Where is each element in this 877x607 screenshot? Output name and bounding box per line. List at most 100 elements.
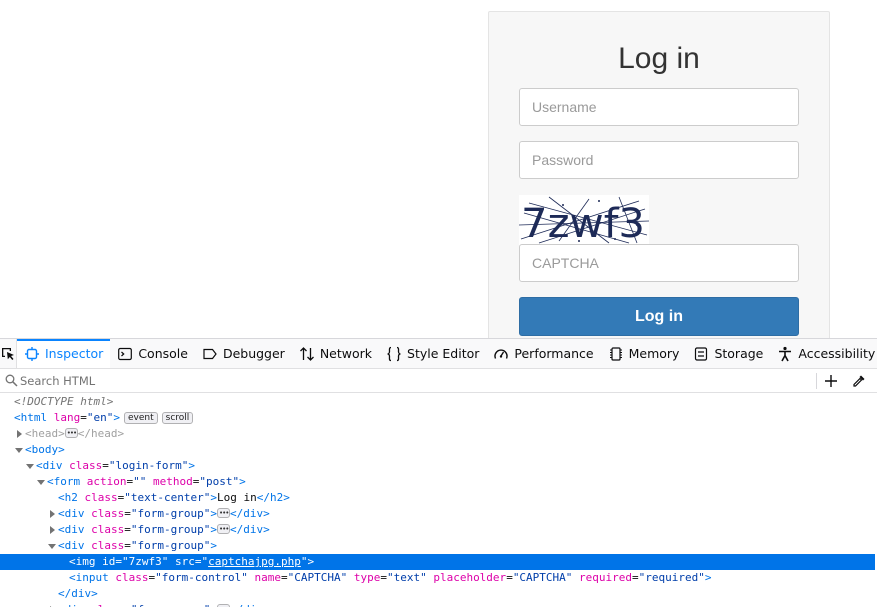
attr-value: "text": [386, 571, 427, 584]
login-button[interactable]: Log in: [519, 297, 799, 336]
tree-row-login-form[interactable]: <div class="login-form">: [0, 458, 877, 474]
collapse-arrow-icon[interactable]: [25, 458, 35, 474]
tree-row-form-group[interactable]: <div class="form-group"></div>: [0, 521, 877, 538]
tab-performance-label: Performance: [514, 346, 594, 361]
inspector-icon: [24, 346, 40, 362]
collapse-arrow-icon[interactable]: [14, 442, 24, 458]
attr-name: class: [115, 571, 149, 584]
attr-value: "form-group": [130, 523, 211, 536]
tab-memory[interactable]: Memory: [601, 339, 687, 368]
attr-name: class: [84, 491, 118, 504]
event-badge[interactable]: event: [124, 412, 158, 424]
attr-name: method: [153, 475, 193, 488]
text-node: Log in: [216, 491, 257, 504]
src-link[interactable]: captchajpg.php: [208, 555, 301, 568]
tree-row-doctype[interactable]: <!DOCTYPE html>: [0, 394, 877, 410]
username-input[interactable]: [519, 88, 799, 126]
plus-icon: [825, 375, 837, 387]
attr-value: "form-control": [155, 571, 248, 584]
collapse-arrow-icon[interactable]: [36, 474, 46, 490]
eyedropper-icon: [853, 375, 865, 387]
add-node-button[interactable]: [822, 371, 840, 391]
captcha-input[interactable]: [519, 244, 799, 282]
tab-network[interactable]: Network: [292, 339, 379, 368]
search-divider: [816, 373, 817, 389]
accessibility-icon: [777, 346, 793, 362]
tree-row-body[interactable]: <body>: [0, 442, 877, 458]
tab-debugger-label: Debugger: [222, 346, 285, 361]
tree-row-img-selected[interactable]: <img id="7zwf3" src="captchajpg.php">: [0, 554, 875, 570]
attr-value: "form-group": [130, 507, 211, 520]
style-editor-icon: [386, 346, 402, 362]
collapsed-ellipsis[interactable]: [216, 505, 230, 521]
tab-debugger[interactable]: Debugger: [195, 339, 292, 368]
html-tag: html: [20, 411, 48, 424]
tree-row-form-group[interactable]: <div class="form-group"></div>: [0, 601, 877, 607]
body-tag: body: [31, 443, 59, 456]
tree-row-html[interactable]: <html lang="en"> event scroll: [0, 410, 877, 426]
attr-name: class: [91, 539, 125, 552]
attr-value: "form-group": [131, 603, 210, 607]
captcha-image: 7zwf3: [519, 195, 649, 245]
tab-storage-label: Storage: [714, 346, 764, 361]
div-tag: div: [64, 523, 85, 536]
tab-accessibility-label: Accessibility: [798, 346, 876, 361]
tab-inspector[interactable]: Inspector: [17, 339, 111, 368]
tab-accessibility[interactable]: Accessibility: [770, 339, 877, 368]
attr-name: lang: [53, 411, 81, 424]
performance-icon: [493, 346, 509, 362]
tree-row-div-close[interactable]: </div>: [0, 586, 877, 602]
tree-row-form-group[interactable]: <div class="form-group"></div>: [0, 505, 877, 522]
collapse-arrow-icon[interactable]: [47, 538, 57, 554]
expand-arrow-icon[interactable]: [47, 602, 57, 607]
tab-console-label: Console: [138, 346, 188, 361]
devtools-toolbar: Inspector Console Debugger Network Style…: [0, 339, 877, 369]
attr-value: "CAPTCHA": [512, 571, 573, 584]
attr-value: "7zwf3": [122, 555, 169, 568]
head-tag: head: [31, 427, 59, 440]
attr-value: "post": [199, 475, 240, 488]
login-form: Log in 7zwf3: [488, 11, 830, 338]
attr-name: name: [254, 571, 281, 584]
expand-arrow-icon[interactable]: [47, 506, 57, 522]
attr-value: "": [133, 475, 147, 488]
tab-console[interactable]: Console: [110, 339, 195, 368]
attr-name: class: [69, 459, 103, 472]
expand-arrow-icon[interactable]: [14, 426, 24, 442]
attr-value: "CAPTCHA": [287, 571, 348, 584]
tree-row-input[interactable]: <input class="form-control" name="CAPTCH…: [0, 570, 877, 586]
captcha-text: 7zwf3: [521, 201, 645, 245]
attr-value: "text-center": [124, 491, 211, 504]
devtools-panel: Inspector Console Debugger Network Style…: [0, 338, 877, 607]
collapsed-ellipsis[interactable]: [216, 521, 230, 537]
h2-tag: h2: [64, 491, 78, 504]
attr-name: action: [86, 475, 127, 488]
tab-storage[interactable]: Storage: [686, 339, 770, 368]
attr-name: id: [102, 555, 116, 568]
tree-row-h2[interactable]: <h2 class="text-center">Log in</h2>: [0, 490, 877, 506]
debugger-icon: [202, 346, 218, 362]
markup-tree: <!DOCTYPE html> <html lang="en"> event scr…: [0, 394, 877, 607]
head-close-tag: head: [91, 427, 118, 440]
html-search-bar: [0, 369, 877, 393]
scroll-badge[interactable]: scroll: [161, 412, 194, 424]
password-input[interactable]: [519, 141, 799, 179]
attr-name: class: [91, 523, 125, 536]
tree-row-form[interactable]: <form action="" method="post">: [0, 474, 877, 490]
expand-arrow-icon[interactable]: [47, 522, 57, 538]
picker-icon: [2, 347, 14, 360]
tab-performance[interactable]: Performance: [486, 339, 600, 368]
console-icon: [117, 346, 133, 362]
tab-style-editor[interactable]: Style Editor: [379, 339, 486, 368]
search-html-input[interactable]: [20, 372, 800, 390]
eyedropper-button[interactable]: [850, 371, 868, 391]
tree-row-head[interactable]: <head></head>: [0, 425, 877, 442]
input-tag: input: [75, 571, 109, 584]
div-tag: div: [64, 539, 85, 552]
element-picker-button[interactable]: [0, 339, 17, 368]
collapsed-ellipsis[interactable]: [64, 425, 78, 441]
memory-icon: [608, 346, 624, 362]
tree-row-form-group-expanded[interactable]: <div class="form-group">: [0, 538, 877, 554]
storage-icon: [693, 346, 709, 362]
attr-value: "en": [86, 411, 114, 424]
